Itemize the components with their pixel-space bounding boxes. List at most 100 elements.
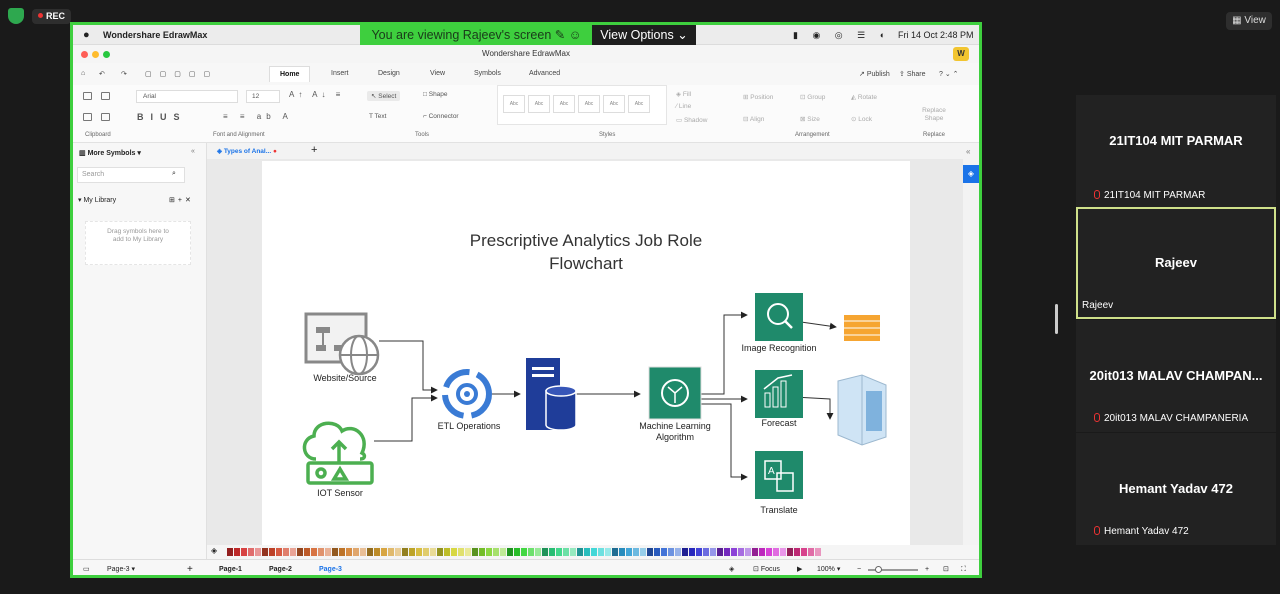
color-swatch[interactable] [794, 548, 800, 556]
color-swatch[interactable] [752, 548, 758, 556]
color-swatch[interactable] [612, 548, 618, 556]
color-swatch[interactable] [402, 548, 408, 556]
redo-icon[interactable]: ↷ [121, 70, 127, 78]
page-tab-1[interactable]: Page-1 [219, 560, 242, 575]
status-icons[interactable]: ▮ ◉ ◎ ☰ ◐ [793, 25, 891, 45]
color-swatch[interactable] [465, 548, 471, 556]
color-swatch[interactable] [360, 548, 366, 556]
add-document-icon[interactable]: + [311, 144, 317, 156]
color-swatch[interactable] [367, 548, 373, 556]
play-icon[interactable]: ▶ [797, 560, 802, 575]
cut-icon[interactable] [83, 92, 92, 100]
tab-design[interactable]: Design [378, 70, 400, 77]
color-swatch[interactable] [304, 548, 310, 556]
color-swatch[interactable] [577, 548, 583, 556]
color-swatch[interactable] [332, 548, 338, 556]
group-button[interactable]: ⊡ Group [800, 93, 825, 101]
fill-button[interactable]: ◈ Fill [676, 90, 691, 98]
page-selector[interactable]: Page-3 ▾ [107, 560, 135, 575]
zoom-slider-handle[interactable] [875, 566, 882, 573]
color-swatch[interactable] [556, 548, 562, 556]
document-tab[interactable]: ◈ Types of Anal... ● [217, 147, 277, 155]
participant-tile[interactable]: Hemant Yadav 472 Hemant Yadav 472 [1076, 433, 1276, 545]
styles-gallery[interactable]: Abc Abc Abc Abc Abc Abc [497, 85, 667, 125]
account-avatar[interactable]: W [953, 47, 969, 61]
color-swatch[interactable] [521, 548, 527, 556]
color-swatch[interactable] [626, 548, 632, 556]
library-actions-icons[interactable]: ⊞+✕ [169, 196, 194, 204]
undo-icon[interactable]: ↶ [99, 70, 105, 78]
color-swatch[interactable] [563, 548, 569, 556]
style-preset[interactable]: Abc [528, 95, 550, 113]
color-swatch[interactable] [717, 548, 723, 556]
color-swatch[interactable] [493, 548, 499, 556]
color-swatch[interactable] [633, 548, 639, 556]
participant-tile[interactable]: 21IT104 MIT PARMAR 21IT104 MIT PARMAR [1076, 95, 1276, 207]
color-swatch[interactable] [374, 548, 380, 556]
color-swatch[interactable] [276, 548, 282, 556]
copy-icon[interactable] [83, 113, 92, 121]
maximize-window-icon[interactable] [103, 51, 110, 58]
focus-button[interactable]: ⊡ Focus [753, 560, 780, 575]
color-swatch[interactable] [759, 548, 765, 556]
color-swatch[interactable] [227, 548, 233, 556]
color-swatch[interactable] [514, 548, 520, 556]
layers-icon[interactable]: ◈ [729, 560, 734, 575]
color-swatch[interactable] [472, 548, 478, 556]
color-swatch[interactable] [458, 548, 464, 556]
website-source-icon[interactable] [304, 312, 380, 376]
shape-tool[interactable]: □ Shape [423, 91, 448, 98]
color-swatch[interactable] [738, 548, 744, 556]
color-swatch[interactable] [682, 548, 688, 556]
color-swatch[interactable] [535, 548, 541, 556]
color-swatch[interactable] [479, 548, 485, 556]
shadow-button[interactable]: ▭ Shadow [676, 116, 707, 124]
color-swatches[interactable] [227, 548, 967, 556]
color-swatch[interactable] [710, 548, 716, 556]
fullscreen-icon[interactable]: ⛶ [961, 560, 966, 575]
text-tool[interactable]: T Text [369, 113, 386, 120]
my-library-header[interactable]: ▾ My Library [78, 196, 116, 204]
color-swatch[interactable] [570, 548, 576, 556]
color-swatch[interactable] [591, 548, 597, 556]
color-swatch[interactable] [780, 548, 786, 556]
font-family-select[interactable]: Arial [136, 90, 238, 103]
color-swatch[interactable] [766, 548, 772, 556]
fit-page-icon[interactable]: ⊡ [943, 560, 949, 575]
library-drop-zone[interactable]: Drag symbols here to add to My Library [85, 221, 191, 265]
format-panel-icon[interactable]: ◈ [963, 165, 979, 183]
collapse-panel-icon[interactable]: « [191, 148, 195, 155]
color-swatch[interactable] [318, 548, 324, 556]
color-swatch[interactable] [703, 548, 709, 556]
participant-tile-active[interactable]: Rajeev Rajeev [1076, 207, 1276, 319]
participant-tile[interactable]: 20it013 MALAV CHAMPAN... 20it013 MALAV C… [1076, 320, 1276, 432]
help-icon[interactable]: ? ⌄ ⌃ [939, 70, 959, 78]
style-preset[interactable]: Abc [503, 95, 525, 113]
color-swatch[interactable] [269, 548, 275, 556]
line-button[interactable]: ∕ Line [676, 103, 691, 110]
forecast-icon[interactable] [755, 370, 803, 418]
font-size-select[interactable]: 12 [246, 90, 280, 103]
quick-access-icons[interactable]: ▢▢▢▢▢ [145, 70, 218, 78]
color-swatch[interactable] [262, 548, 268, 556]
lock-button[interactable]: ⊙ Lock [851, 115, 872, 123]
color-swatch[interactable] [283, 548, 289, 556]
color-swatch[interactable] [801, 548, 807, 556]
output-bars-icon[interactable] [844, 315, 880, 341]
color-swatch[interactable] [444, 548, 450, 556]
view-options-button[interactable]: View Options ⌄ [592, 25, 696, 45]
home-icon[interactable]: ⌂ [81, 70, 85, 77]
color-swatch[interactable] [388, 548, 394, 556]
zoom-in-icon[interactable]: + [925, 560, 929, 575]
color-palette[interactable]: ◈ [207, 545, 979, 559]
app-menu-name[interactable]: Wondershare EdrawMax [103, 25, 207, 45]
color-swatch[interactable] [668, 548, 674, 556]
color-swatch[interactable] [696, 548, 702, 556]
more-symbols-header[interactable]: ▥ More Symbols ▾ [79, 149, 141, 157]
color-swatch[interactable] [661, 548, 667, 556]
color-swatch[interactable] [486, 548, 492, 556]
connector-tool[interactable]: ⌐ Connector [423, 113, 459, 120]
color-swatch[interactable] [325, 548, 331, 556]
tab-view[interactable]: View [430, 70, 445, 77]
style-preset[interactable]: Abc [628, 95, 650, 113]
